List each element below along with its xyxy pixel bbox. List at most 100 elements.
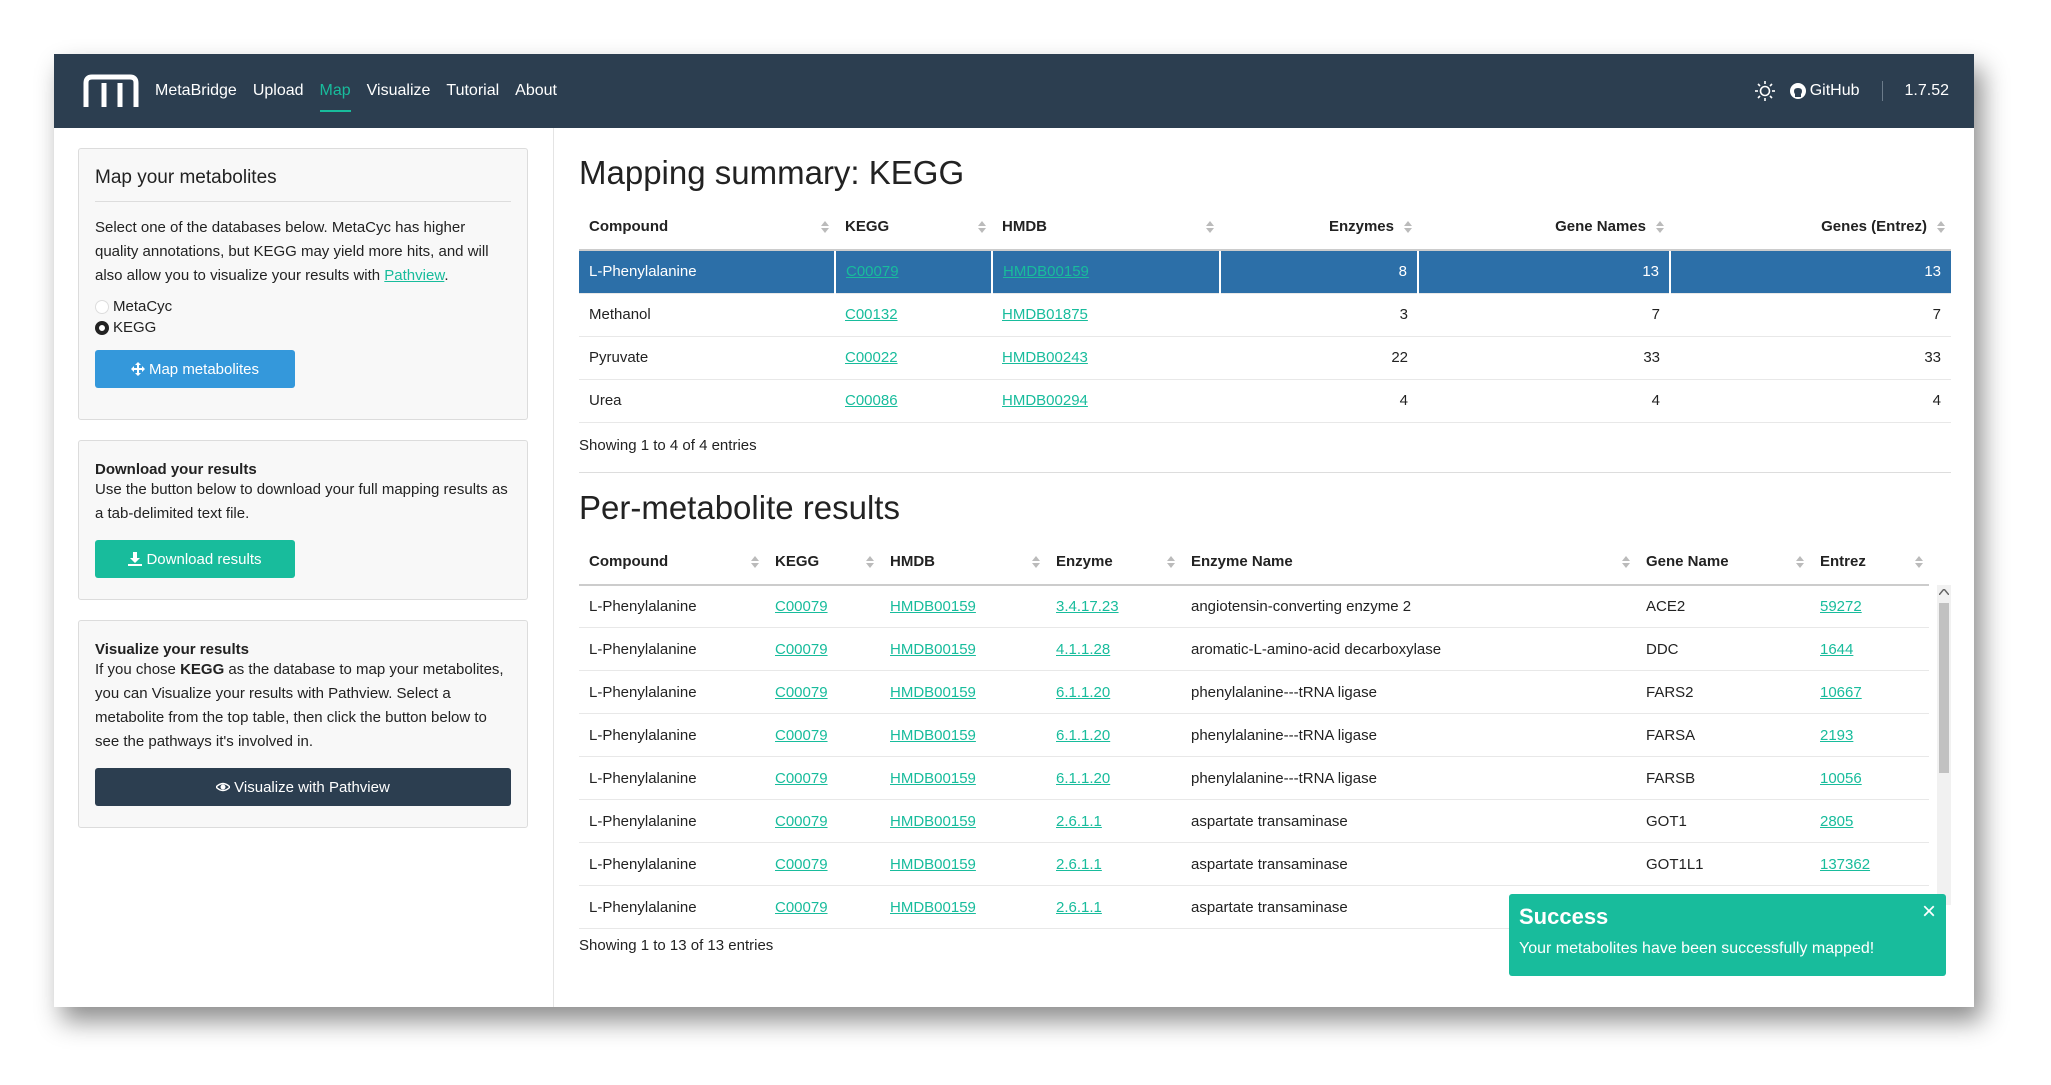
kegg-link[interactable]: C00079	[846, 263, 899, 280]
hmdb-link[interactable]: HMDB00159	[890, 813, 976, 830]
kegg-link[interactable]: C00086	[845, 392, 898, 409]
entrez-link[interactable]: 59272	[1820, 598, 1862, 615]
summary-row-selected[interactable]: L-Phenylalanine C00079 HMDB00159 8 13 13	[579, 250, 1951, 294]
pm-col-entrez[interactable]: Entrez	[1810, 538, 1929, 586]
kegg-link[interactable]: C00079	[775, 813, 828, 830]
summary-row[interactable]: Urea C00086 HMDB00294 4 4 4	[579, 379, 1951, 423]
hmdb-link[interactable]: HMDB00159	[890, 684, 976, 701]
pm-col-hmdb[interactable]: HMDB	[880, 538, 1046, 586]
cell-genes-entrez: 4	[1670, 379, 1951, 423]
visualize-pathview-button[interactable]: Visualize with Pathview	[95, 768, 511, 806]
table-row[interactable]: L-Phenylalanine C00079 HMDB00159 2.6.1.1 asp…	[579, 842, 1929, 886]
summary-col-kegg[interactable]: KEGG	[835, 204, 992, 251]
table-row[interactable]: L-Phenylalanine C00079 HMDB00159 6.1.1.20 ph…	[579, 670, 1929, 714]
pm-col-compound[interactable]: Compound	[579, 538, 765, 586]
hmdb-link[interactable]: HMDB00159	[890, 641, 976, 658]
cell-enzyme: 6.1.1.20	[1046, 756, 1181, 800]
pm-col-enzyme-name[interactable]: Enzyme Name	[1181, 538, 1636, 586]
entrez-link[interactable]: 1644	[1820, 641, 1853, 658]
nav-brand[interactable]: MetaBridge	[155, 54, 237, 128]
nav-map[interactable]: Map	[319, 54, 351, 128]
nav-tutorial[interactable]: Tutorial	[446, 54, 499, 128]
kegg-link[interactable]: C00079	[775, 727, 828, 744]
entrez-link[interactable]: 2805	[1820, 813, 1853, 830]
hmdb-link[interactable]: HMDB00294	[1002, 392, 1088, 409]
table-row[interactable]: L-Phenylalanine C00079 HMDB00159 6.1.1.20 ph…	[579, 713, 1929, 757]
cell-hmdb: HMDB01875	[992, 293, 1220, 337]
enzyme-link[interactable]: 3.4.17.23	[1056, 598, 1119, 615]
metabridge-logo-icon[interactable]	[82, 73, 140, 109]
hmdb-link[interactable]: HMDB00159	[890, 727, 976, 744]
enzyme-link[interactable]: 6.1.1.20	[1056, 727, 1110, 744]
cell-enzyme: 6.1.1.20	[1046, 670, 1181, 714]
enzyme-link[interactable]: 2.6.1.1	[1056, 813, 1102, 830]
enzyme-link[interactable]: 6.1.1.20	[1056, 770, 1110, 787]
sort-icon	[1622, 555, 1630, 568]
summary-row[interactable]: Pyruvate C00022 HMDB00243 22 33 33	[579, 336, 1951, 380]
nav-upload[interactable]: Upload	[253, 54, 304, 128]
table-row[interactable]: L-Phenylalanine C00079 HMDB00159 3.4.17.23 a…	[579, 584, 1929, 628]
cell-hmdb: HMDB00294	[992, 379, 1220, 423]
toast-close-icon[interactable]: ×	[1922, 898, 1936, 926]
enzyme-link[interactable]: 2.6.1.1	[1056, 899, 1102, 916]
hmdb-link[interactable]: HMDB00159	[890, 770, 976, 787]
summary-col-hmdb[interactable]: HMDB	[992, 204, 1220, 251]
radio-kegg[interactable]: KEGG	[95, 319, 511, 336]
scrollbar-thumb[interactable]	[1939, 602, 1949, 773]
table-row[interactable]: L-Phenylalanine C00079 HMDB00159 6.1.1.20 ph…	[579, 756, 1929, 800]
kegg-link[interactable]: C00132	[845, 306, 898, 323]
table-scrollbar[interactable]	[1937, 584, 1951, 905]
pathview-link[interactable]: Pathview	[384, 267, 444, 284]
pm-col-enzyme[interactable]: Enzyme	[1046, 538, 1181, 586]
summary-header-row: Compound KEGG HMDB Enzymes Gene Names Ge…	[579, 204, 1951, 251]
radio-metacyc-circle[interactable]	[95, 299, 109, 314]
kegg-link[interactable]: C00022	[845, 349, 898, 366]
kegg-link[interactable]: C00079	[775, 856, 828, 873]
hmdb-link[interactable]: HMDB00159	[890, 856, 976, 873]
scroll-up-icon[interactable]	[1939, 588, 1949, 595]
cell-gene-names: 13	[1418, 250, 1671, 294]
nav-about[interactable]: About	[515, 54, 557, 128]
summary-row[interactable]: Methanol C00132 HMDB01875 3 7 7	[579, 293, 1951, 337]
hmdb-link[interactable]: HMDB01875	[1002, 306, 1088, 323]
hmdb-link[interactable]: HMDB00159	[890, 598, 976, 615]
visualize-pathview-label: Visualize with Pathview	[234, 778, 390, 796]
entrez-link[interactable]: 137362	[1820, 856, 1870, 873]
cell-genes-entrez: 13	[1670, 250, 1951, 294]
hmdb-link[interactable]: HMDB00159	[1003, 263, 1089, 280]
map-metabolites-button[interactable]: Map metabolites	[95, 350, 295, 388]
kegg-link[interactable]: C00079	[775, 899, 828, 916]
entrez-link[interactable]: 10667	[1820, 684, 1862, 701]
entrez-link[interactable]: 10056	[1820, 770, 1862, 787]
entrez-link[interactable]: 2193	[1820, 727, 1853, 744]
visualize-panel: Visualize your results If you chose KEGG…	[78, 620, 528, 828]
enzyme-link[interactable]: 6.1.1.20	[1056, 684, 1110, 701]
pm-col-kegg[interactable]: KEGG	[765, 538, 880, 586]
kegg-link[interactable]: C00079	[775, 598, 828, 615]
cell-gene-name: FARS2	[1636, 670, 1810, 714]
download-results-button[interactable]: Download results	[95, 540, 295, 578]
hmdb-link[interactable]: HMDB00159	[890, 899, 976, 916]
cell-hmdb: HMDB00159	[880, 713, 1046, 757]
hmdb-link[interactable]: HMDB00243	[1002, 349, 1088, 366]
enzyme-link[interactable]: 2.6.1.1	[1056, 856, 1102, 873]
summary-col-gene-names[interactable]: Gene Names	[1418, 204, 1670, 251]
sort-icon	[751, 555, 759, 568]
table-row[interactable]: L-Phenylalanine C00079 HMDB00159 2.6.1.1 asp…	[579, 799, 1929, 843]
summary-col-genes-entrez[interactable]: Genes (Entrez)	[1670, 204, 1951, 251]
theme-toggle-sun-icon[interactable]	[1754, 80, 1776, 102]
radio-kegg-circle[interactable]	[95, 320, 109, 335]
github-link[interactable]: GitHub	[1789, 82, 1860, 100]
table-row[interactable]: L-Phenylalanine C00079 HMDB00159 4.1.1.28 ar…	[579, 627, 1929, 671]
radio-metacyc[interactable]: MetaCyc	[95, 298, 511, 315]
pm-col-gene-name[interactable]: Gene Name	[1636, 538, 1810, 586]
summary-col-compound[interactable]: Compound	[579, 204, 835, 251]
kegg-link[interactable]: C00079	[775, 684, 828, 701]
per-metabolite-body: L-Phenylalanine C00079 HMDB00159 3.4.17.23 a…	[579, 584, 1929, 929]
download-panel: Download your results Use the button bel…	[78, 440, 528, 600]
kegg-link[interactable]: C00079	[775, 770, 828, 787]
nav-visualize[interactable]: Visualize	[367, 54, 431, 128]
enzyme-link[interactable]: 4.1.1.28	[1056, 641, 1110, 658]
summary-col-enzymes[interactable]: Enzymes	[1220, 204, 1418, 251]
kegg-link[interactable]: C00079	[775, 641, 828, 658]
